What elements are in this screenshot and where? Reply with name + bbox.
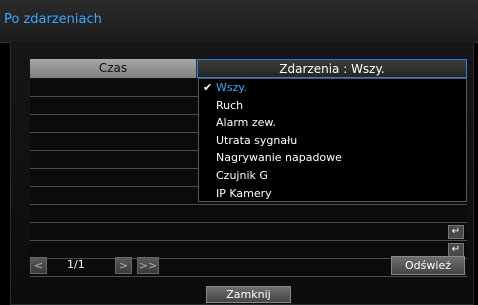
enter-icon[interactable]: ↵ bbox=[448, 225, 464, 239]
enter-icon[interactable]: ↵ bbox=[448, 243, 464, 257]
dropdown-option-ip-camera[interactable]: IP Kamery bbox=[199, 185, 466, 203]
dropdown-option-panic-recording[interactable]: Nagrywanie napadowe bbox=[199, 149, 466, 167]
close-button[interactable]: Zamknij bbox=[206, 286, 291, 303]
page-indicator: 1/1 bbox=[67, 258, 85, 271]
table-row[interactable] bbox=[30, 205, 467, 223]
last-page-button[interactable]: >> bbox=[137, 257, 159, 274]
event-filter-select[interactable]: Zdarzenia : Wszy. bbox=[197, 59, 467, 78]
table-row[interactable]: ↵ bbox=[30, 223, 467, 241]
next-page-button[interactable]: > bbox=[115, 257, 132, 274]
table-header: Czas Zdarzenia : Wszy. bbox=[30, 59, 467, 78]
dropdown-option-all[interactable]: ✔ Wszy. bbox=[199, 79, 466, 97]
event-table: Czas Zdarzenia : Wszy. ↵ ↵ ↵ bbox=[30, 59, 467, 277]
title-bar: Po zdarzeniach bbox=[0, 0, 478, 43]
window-title: Po zdarzeniach bbox=[4, 12, 102, 27]
event-filter-dropdown: ✔ Wszy. Ruch Alarm zew. Utrata sygnału N… bbox=[198, 78, 467, 202]
prev-page-button[interactable]: < bbox=[30, 257, 47, 274]
column-header-time[interactable]: Czas bbox=[30, 59, 197, 78]
refresh-button[interactable]: Odśwież bbox=[391, 256, 465, 275]
dropdown-option-g-sensor[interactable]: Czujnik G bbox=[199, 167, 466, 185]
dropdown-option-signal-loss[interactable]: Utrata sygnału bbox=[199, 132, 466, 150]
dropdown-option-motion[interactable]: Ruch bbox=[199, 97, 466, 115]
check-icon: ✔ bbox=[203, 81, 213, 94]
dropdown-option-alarm[interactable]: Alarm zew. bbox=[199, 114, 466, 132]
